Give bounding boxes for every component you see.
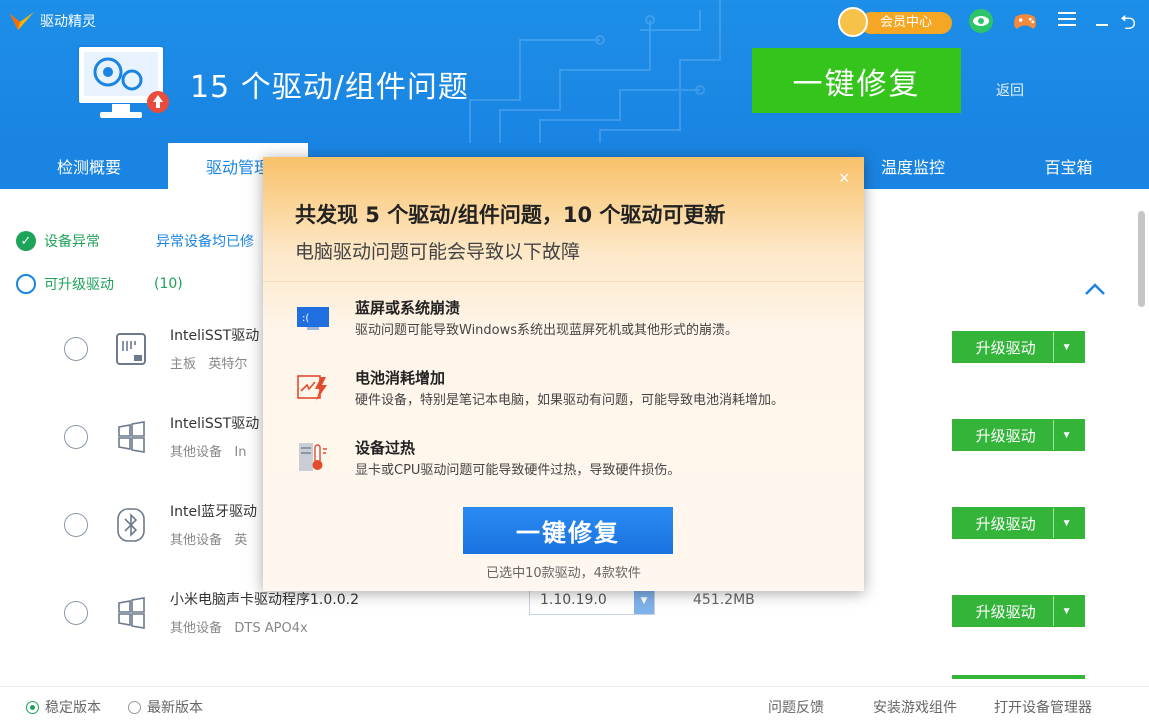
device-abnormal-label: 设备异常 <box>44 234 100 250</box>
divider <box>263 281 864 282</box>
upgradable-row[interactable]: 可升级驱动 (10) <box>16 274 183 294</box>
chevron-down-icon[interactable]: ▼ <box>634 588 654 614</box>
dropdown-arrow-icon[interactable]: ▼ <box>1053 596 1079 626</box>
windows-icon <box>118 597 145 629</box>
dropdown-arrow-icon[interactable]: ▼ <box>1053 420 1079 450</box>
driver-meta: 其他设备 In <box>170 445 247 460</box>
driver-meta: 其他设备 DTS APO4x <box>170 621 308 636</box>
driver-name: InteliSST驱动 <box>170 416 260 432</box>
windows-icon <box>118 421 145 453</box>
upgrade-driver-button[interactable]: 升级驱动 ▼ <box>952 595 1085 627</box>
dropdown-arrow-icon[interactable]: ▼ <box>1053 332 1079 362</box>
check-icon: ✓ <box>16 231 36 251</box>
avatar <box>838 7 868 37</box>
next-row-edge <box>952 675 1085 679</box>
issue-headline: 15 个驱动/组件问题 <box>190 70 469 105</box>
app-logo: 驱动精灵 <box>8 10 96 32</box>
stable-version-option[interactable]: 稳定版本 <box>26 697 101 717</box>
version-select[interactable]: 1.10.19.0 ▼ <box>529 587 655 615</box>
menu-icon[interactable] <box>1058 12 1076 26</box>
issue-title: 蓝屏或系统崩溃 <box>355 299 461 317</box>
driver-checkbox[interactable] <box>64 601 88 625</box>
driver-meta: 主板 英特尔 <box>170 357 248 372</box>
driver-meta: 其他设备 英 <box>170 533 248 548</box>
feedback-link[interactable]: 问题反馈 <box>768 697 824 717</box>
issue-title: 设备过热 <box>355 439 416 457</box>
latest-radio[interactable] <box>128 700 141 714</box>
dialog-one-click-fix-button[interactable]: 一键修复 <box>463 507 673 554</box>
latest-label: 最新版本 <box>147 700 203 716</box>
dialog-subtitle: 电脑驱动问题可能会导致以下故障 <box>295 241 581 263</box>
latest-version-option[interactable]: 最新版本 <box>128 697 203 717</box>
stable-label: 稳定版本 <box>45 700 101 716</box>
stable-radio[interactable] <box>26 700 39 714</box>
bluetooth-icon <box>117 508 145 542</box>
bluescreen-icon: :( <box>297 307 329 330</box>
upgradable-label: 可升级驱动 <box>44 277 114 293</box>
driver-checkbox[interactable] <box>64 337 88 361</box>
tab-toolbox[interactable]: 百宝箱 <box>988 143 1149 189</box>
logo-icon <box>10 12 34 30</box>
driver-row: 小米电脑声卡驱动程序1.0.0.2 其他设备 DTS APO4x 1.10.19… <box>0 579 1149 667</box>
upgrade-driver-button[interactable]: 升级驱动 ▼ <box>952 419 1085 451</box>
upgrade-driver-button[interactable]: 升级驱动 ▼ <box>952 507 1085 539</box>
tab-overview[interactable]: 检测概要 <box>0 143 178 189</box>
dialog-title: 共发现 5 个驱动/组件问题，10 个驱动可更新 <box>295 203 726 227</box>
device-abnormal-row: ✓ 设备异常 异常设备均已修 <box>16 231 254 251</box>
chevron-up-icon[interactable] <box>1084 282 1106 296</box>
device-manager-link[interactable]: 打开设备管理器 <box>994 697 1092 717</box>
vip-label: 会员中心 <box>860 12 952 34</box>
scrollbar[interactable] <box>1138 211 1145 307</box>
driver-name: InteliSST驱动 <box>170 328 260 344</box>
close-icon[interactable]: × <box>833 167 856 190</box>
app-title: 驱动精灵 <box>40 14 96 30</box>
svg-text::(: :( <box>302 313 309 324</box>
driver-name: Intel蓝牙驱动 <box>170 504 257 520</box>
issue-desc: 驱动问题可能导致Windows系统出现蓝屏死机或其他形式的崩溃。 <box>355 323 739 338</box>
driver-checkbox[interactable] <box>64 513 88 537</box>
issue-desc: 显卡或CPU驱动问题可能导致硬件过热，导致硬件损伤。 <box>355 463 681 478</box>
header: 驱动精灵 15 个驱动/组件问题 一键修复 返回 会员中心 ⮌ <box>0 0 1149 143</box>
restore-icon[interactable]: ⮌ <box>1120 8 1136 42</box>
minimize-icon[interactable] <box>1096 24 1108 26</box>
monitor-gear-icon <box>77 45 169 118</box>
dropdown-arrow-icon[interactable]: ▼ <box>1053 508 1079 538</box>
upgradable-radio[interactable] <box>16 274 36 294</box>
chip-icon <box>116 333 146 365</box>
driver-name: 小米电脑声卡驱动程序1.0.0.2 <box>170 592 359 608</box>
issue-title: 电池消耗增加 <box>355 369 446 387</box>
selection-note: 已选中10款驱动，4款软件 <box>486 566 641 581</box>
upgrade-driver-button[interactable]: 升级驱动 ▼ <box>952 331 1085 363</box>
one-click-fix-button[interactable]: 一键修复 <box>752 48 961 113</box>
driver-size: 451.2MB <box>693 592 755 608</box>
thermometer-icon <box>299 443 327 471</box>
gamepad-icon[interactable] <box>1012 8 1038 34</box>
driver-checkbox[interactable] <box>64 425 88 449</box>
upgradable-count: (10) <box>154 276 183 292</box>
repair-dialog: × 共发现 5 个驱动/组件问题，10 个驱动可更新 电脑驱动问题可能会导致以下… <box>263 157 864 591</box>
battery-icon <box>297 375 327 401</box>
issue-desc: 硬件设备，特别是笔记本电脑，如果驱动有问题，可能导致电池消耗增加。 <box>355 393 785 408</box>
install-game-link[interactable]: 安装游戏组件 <box>873 697 957 717</box>
eye-icon[interactable] <box>968 8 994 34</box>
footer: 稳定版本 最新版本 问题反馈 安装游戏组件 打开设备管理器 <box>0 686 1149 723</box>
vip-center-button[interactable]: 会员中心 <box>838 7 952 37</box>
back-link[interactable]: 返回 <box>996 80 1024 100</box>
device-abnormal-note[interactable]: 异常设备均已修 <box>156 231 254 251</box>
